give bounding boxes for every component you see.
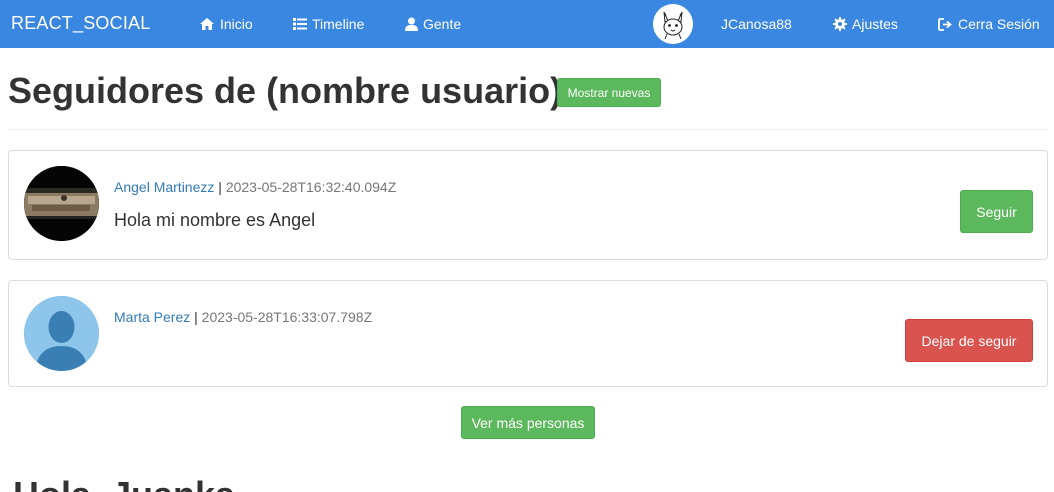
meta-separator: | bbox=[194, 309, 198, 325]
follower-name-link[interactable]: Marta Perez bbox=[114, 309, 190, 325]
follow-button[interactable]: Seguir bbox=[960, 190, 1033, 233]
see-more-people-button[interactable]: Ver más personas bbox=[461, 406, 595, 439]
follower-timestamp: 2023-05-28T16:33:07.798Z bbox=[201, 309, 373, 325]
brand-logo[interactable]: REACT_SOCIAL bbox=[11, 13, 150, 34]
nav-item-label: Timeline bbox=[312, 16, 365, 32]
nav-item-ajustes[interactable]: Ajustes bbox=[833, 0, 898, 48]
logout-icon bbox=[938, 17, 953, 31]
nav-item-logout[interactable]: Cerra Sesión bbox=[938, 0, 1040, 48]
user-avatar[interactable] bbox=[653, 4, 693, 44]
nav-username[interactable]: JCanosa88 bbox=[721, 0, 792, 48]
avatar[interactable] bbox=[24, 166, 99, 241]
nav-item-inicio[interactable]: Inicio bbox=[199, 0, 253, 48]
nav-item-timeline[interactable]: Timeline bbox=[293, 0, 364, 48]
follower-timestamp: 2023-05-28T16:32:40.094Z bbox=[225, 179, 397, 195]
nav-item-gente[interactable]: Gente bbox=[405, 0, 461, 48]
top-navbar: REACT_SOCIAL Inicio Timeline Gente JCano… bbox=[0, 0, 1054, 48]
follower-meta: Angel Martinezz | 2023-05-28T16:32:40.09… bbox=[114, 179, 396, 195]
default-avatar-icon bbox=[24, 296, 99, 371]
meta-separator: | bbox=[218, 179, 222, 195]
nav-item-label: Inicio bbox=[220, 16, 253, 32]
avatar[interactable] bbox=[24, 296, 99, 371]
list-icon bbox=[293, 18, 307, 30]
header-divider bbox=[8, 129, 1047, 130]
home-icon bbox=[199, 17, 215, 31]
show-new-button[interactable]: Mostrar nuevas bbox=[557, 78, 661, 107]
follower-name-link[interactable]: Angel Martinezz bbox=[114, 179, 214, 195]
follower-meta: Marta Perez | 2023-05-28T16:33:07.798Z bbox=[114, 309, 372, 325]
nav-item-label: Ajustes bbox=[852, 16, 898, 32]
gear-icon bbox=[833, 17, 847, 31]
follower-bio: Hola mi nombre es Angel bbox=[114, 210, 316, 230]
follower-card: Angel Martinezz | 2023-05-28T16:32:40.09… bbox=[8, 150, 1048, 260]
nav-item-label: Gente bbox=[423, 16, 462, 32]
user-icon bbox=[405, 17, 418, 31]
greeting-heading: Hola, Juanka bbox=[13, 474, 235, 492]
unfollow-button[interactable]: Dejar de seguir bbox=[905, 319, 1033, 362]
page-title: Seguidores de (nombre usuario) bbox=[8, 70, 563, 111]
pikachu-avatar bbox=[663, 11, 683, 40]
nav-item-label: Cerra Sesión bbox=[958, 16, 1040, 32]
follower-card: Marta Perez | 2023-05-28T16:33:07.798Z D… bbox=[8, 280, 1048, 387]
